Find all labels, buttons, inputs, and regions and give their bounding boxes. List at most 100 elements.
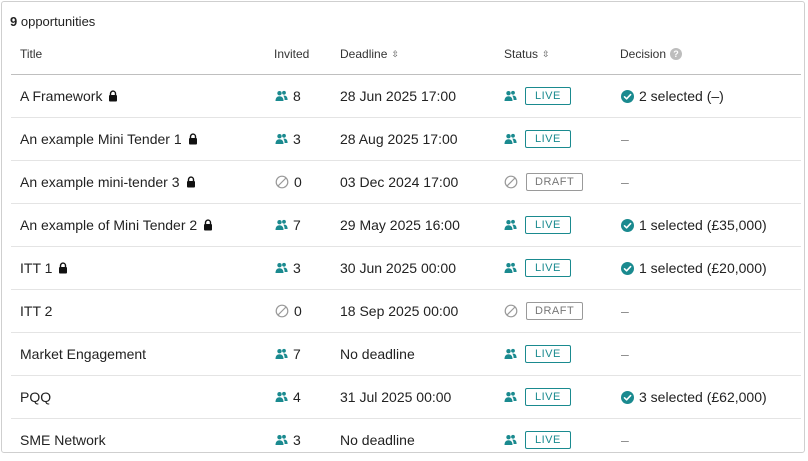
decision-value: – [621,131,629,147]
users-icon [504,348,517,360]
decision-value: – [621,174,629,190]
users-icon [504,391,517,403]
users-icon [275,348,288,360]
table-row[interactable]: An example of Mini Tender 2 7 29 May 2025 … [11,204,801,247]
invited-count: 3 [293,131,301,147]
opportunity-title-link[interactable]: ITT 1 [20,260,52,276]
status-cell: LIVE [504,247,571,289]
users-icon [504,219,517,231]
opportunity-title-cell[interactable]: SME Network [20,419,106,461]
users-icon [275,434,288,446]
table-row[interactable]: PQQ 4 31 Jul 2025 00:00 LIVE 3 selected (£62… [11,376,801,419]
status-cell: DRAFT [504,161,584,203]
status-badge: LIVE [525,431,571,449]
deadline-cell: 30 Jun 2025 00:00 [340,247,456,289]
users-icon [275,391,288,403]
lock-icon [188,133,198,145]
status-cell: LIVE [504,118,571,160]
opportunity-title-link[interactable]: ITT 2 [20,303,52,319]
table-row[interactable]: ITT 2 0 18 Sep 2025 00:00 DRAFT – [11,290,801,333]
opportunity-title-cell[interactable]: An example of Mini Tender 2 [20,204,213,246]
table-row[interactable]: Market Engagement 7 No deadline LIVE – [11,333,801,376]
deadline-cell: 31 Jul 2025 00:00 [340,376,451,418]
column-header-title: Title [20,47,42,61]
decision-cell: – [621,290,629,332]
column-header-status[interactable]: Status ⇳ [504,47,550,61]
users-icon [275,262,288,274]
sort-icon[interactable]: ⇳ [542,49,550,60]
decision-cell: – [621,333,629,375]
count-label: opportunities [20,14,96,29]
table-row[interactable]: An example mini-tender 3 0 03 Dec 2024 17:… [11,161,801,204]
deadline-cell: 03 Dec 2024 17:00 [340,161,458,203]
decision-cell: 1 selected (£20,000) [621,247,767,289]
help-icon[interactable]: ? [670,48,683,60]
column-deadline-label[interactable]: Deadline [340,47,387,61]
deadline-cell: 29 May 2025 16:00 [340,204,460,246]
opportunity-title-link[interactable]: PQQ [20,389,51,405]
lock-icon [58,262,68,274]
status-badge: LIVE [525,87,571,105]
deadline-cell: No deadline [340,333,415,375]
invited-count: 3 [293,260,301,276]
table-row[interactable]: A Framework 8 28 Jun 2025 17:00 LIVE 2 selec… [11,75,801,118]
decision-cell: – [621,161,629,203]
status-badge: DRAFT [526,173,584,191]
column-header-decision: Decision ? [620,47,683,61]
invited-count: 0 [294,303,302,319]
column-title-label: Title [20,47,43,61]
decision-cell: 1 selected (£35,000) [621,204,767,246]
sort-icon[interactable]: ⇳ [391,49,399,60]
status-badge: LIVE [525,388,571,406]
decision-value: 1 selected (£20,000) [639,260,767,276]
opportunity-title-cell[interactable]: Market Engagement [20,333,146,375]
opportunity-title-cell[interactable]: PQQ [20,376,51,418]
invited-cell: 3 [275,118,301,160]
invited-cell: 3 [275,419,301,461]
column-status-label[interactable]: Status [504,47,538,61]
opportunity-title-link[interactable]: An example Mini Tender 1 [20,131,182,147]
status-cell: LIVE [504,333,571,375]
lock-icon [186,176,196,188]
users-icon [275,90,288,102]
lock-icon [108,90,118,102]
status-cell: LIVE [504,75,571,117]
table-row[interactable]: SME Network 3 No deadline LIVE – [11,419,801,461]
decision-cell: – [621,419,629,461]
column-header-deadline[interactable]: Deadline ⇳ [340,47,399,61]
opportunity-title-cell[interactable]: ITT 1 [20,247,68,289]
none-icon [504,175,518,189]
status-badge: LIVE [525,345,571,363]
users-icon [275,133,288,145]
opportunity-title-link[interactable]: A Framework [20,88,102,104]
deadline-value: 28 Jun 2025 17:00 [340,88,456,104]
none-icon [275,175,289,189]
opportunity-title-cell[interactable]: An example mini-tender 3 [20,161,196,203]
table-row[interactable]: An example Mini Tender 1 3 28 Aug 2025 17:… [11,118,801,161]
deadline-value: 30 Jun 2025 00:00 [340,260,456,276]
deadline-value: 31 Jul 2025 00:00 [340,389,452,405]
none-icon [504,304,518,318]
check-circle-icon [621,261,634,275]
invited-cell: 3 [275,247,301,289]
decision-value: – [621,346,629,362]
deadline-cell: 28 Aug 2025 17:00 [340,118,458,160]
opportunity-title-cell[interactable]: A Framework [20,75,118,117]
invited-count: 0 [294,174,302,190]
invited-count: 4 [293,389,301,405]
status-cell: LIVE [504,204,571,246]
opportunity-title-link[interactable]: SME Network [20,432,106,448]
opportunity-title-link[interactable]: Market Engagement [20,346,146,362]
users-icon [504,133,517,145]
count-number: 9 [10,14,18,29]
opportunity-title-cell[interactable]: An example Mini Tender 1 [20,118,198,160]
opportunities-panel: 9 opportunities Title Invited Deadline ⇳… [1,1,805,453]
deadline-value: 03 Dec 2024 17:00 [340,174,459,190]
opportunity-title-link[interactable]: An example mini-tender 3 [20,174,180,190]
check-circle-icon [621,218,634,232]
opportunity-title-cell[interactable]: ITT 2 [20,290,52,332]
opportunity-title-link[interactable]: An example of Mini Tender 2 [20,217,197,233]
lock-icon [203,219,213,231]
invited-count: 3 [293,432,301,448]
table-row[interactable]: ITT 1 3 30 Jun 2025 00:00 LIVE 1 selected (£… [11,247,801,290]
